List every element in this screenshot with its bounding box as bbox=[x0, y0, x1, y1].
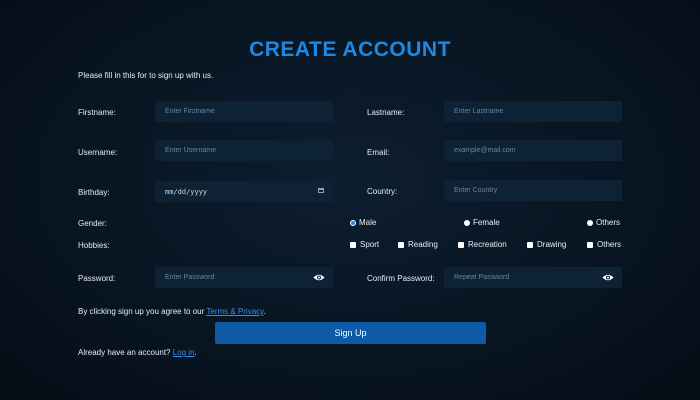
hobby-label: Recreation bbox=[468, 240, 507, 249]
gender-option-label: Others bbox=[596, 218, 621, 227]
username-label: Username: bbox=[78, 148, 118, 157]
password-placeholder: Enter Password bbox=[165, 274, 215, 281]
country-input[interactable]: Enter Country bbox=[444, 180, 622, 201]
username-input[interactable]: Enter Username bbox=[155, 140, 333, 161]
terms-text: By clicking sign up you agree to our Ter… bbox=[78, 307, 266, 316]
gender-option-others[interactable]: Others bbox=[587, 218, 620, 227]
password-label: Password: bbox=[78, 274, 116, 283]
login-prefix: Already have an account? bbox=[78, 348, 173, 357]
birthday-label: Birthday: bbox=[78, 188, 110, 197]
gender-option-female[interactable]: Female bbox=[464, 218, 500, 227]
gender-option-male[interactable]: Male bbox=[350, 218, 376, 227]
gender-option-label: Male bbox=[359, 218, 377, 227]
page-title: CREATE ACCOUNT bbox=[249, 38, 451, 61]
checkbox-icon[interactable] bbox=[398, 241, 404, 248]
hobby-label: Drawing bbox=[537, 240, 567, 249]
hobby-label: Others bbox=[597, 240, 622, 249]
login-text: Already have an account? Log in. bbox=[78, 348, 197, 357]
login-suffix: . bbox=[194, 348, 197, 357]
birthday-input[interactable]: mm/dd/yyyy bbox=[155, 181, 333, 202]
hobby-recreation[interactable]: Recreation bbox=[458, 240, 507, 249]
terms-suffix: . bbox=[263, 307, 266, 316]
hobby-label: Sport bbox=[360, 240, 380, 249]
hobbies-label: Hobbies: bbox=[78, 241, 110, 250]
radio-icon[interactable] bbox=[587, 219, 593, 226]
confirm-password-placeholder: Repeat Password bbox=[454, 274, 510, 281]
hobby-sport[interactable]: Sport bbox=[350, 240, 379, 249]
checkbox-icon[interactable] bbox=[527, 241, 533, 248]
terms-prefix: By clicking sign up you agree to our bbox=[78, 307, 207, 316]
checkbox-icon[interactable] bbox=[587, 241, 593, 248]
eye-icon[interactable] bbox=[602, 273, 614, 282]
confirm-password-input[interactable]: Repeat Password bbox=[444, 267, 622, 288]
eye-icon[interactable] bbox=[313, 273, 325, 282]
hobby-others[interactable]: Others bbox=[587, 240, 621, 249]
email-label: Email: bbox=[367, 148, 390, 157]
password-input[interactable]: Enter Password bbox=[155, 267, 333, 288]
lastname-label: Lastname: bbox=[367, 108, 405, 117]
terms-link[interactable]: Terms & Privacy bbox=[206, 307, 263, 316]
firstname-input[interactable]: Enter Firstname bbox=[155, 101, 333, 122]
gender-option-label: Female bbox=[473, 218, 500, 227]
confirm-password-label: Confirm Password: bbox=[367, 274, 435, 283]
sign-up-button[interactable]: Sign Up bbox=[215, 322, 486, 344]
checkbox-icon[interactable] bbox=[458, 241, 464, 248]
lastname-placeholder: Enter Lastname bbox=[454, 108, 504, 115]
country-label: Country: bbox=[367, 187, 398, 196]
intro-text: Please fill in this for to sign up with … bbox=[78, 71, 214, 80]
username-placeholder: Enter Username bbox=[165, 147, 216, 154]
checkbox-icon[interactable] bbox=[350, 241, 356, 248]
hobby-reading[interactable]: Reading bbox=[398, 240, 438, 249]
lastname-input[interactable]: Enter Lastname bbox=[444, 101, 622, 122]
email-placeholder: example@mail.com bbox=[454, 147, 516, 154]
country-placeholder: Enter Country bbox=[454, 187, 498, 194]
firstname-placeholder: Enter Firstname bbox=[165, 108, 215, 115]
birthday-placeholder: mm/dd/yyyy bbox=[165, 187, 208, 196]
gender-label: Gender: bbox=[78, 219, 107, 228]
radio-icon[interactable] bbox=[464, 219, 470, 226]
radio-checked-icon[interactable] bbox=[350, 219, 356, 226]
login-link[interactable]: Log in bbox=[173, 348, 195, 357]
hobby-drawing[interactable]: Drawing bbox=[527, 240, 566, 249]
hobby-label: Reading bbox=[408, 240, 438, 249]
email-input[interactable]: example@mail.com bbox=[444, 140, 622, 161]
firstname-label: Firstname: bbox=[78, 108, 116, 117]
calendar-icon[interactable] bbox=[318, 188, 324, 193]
